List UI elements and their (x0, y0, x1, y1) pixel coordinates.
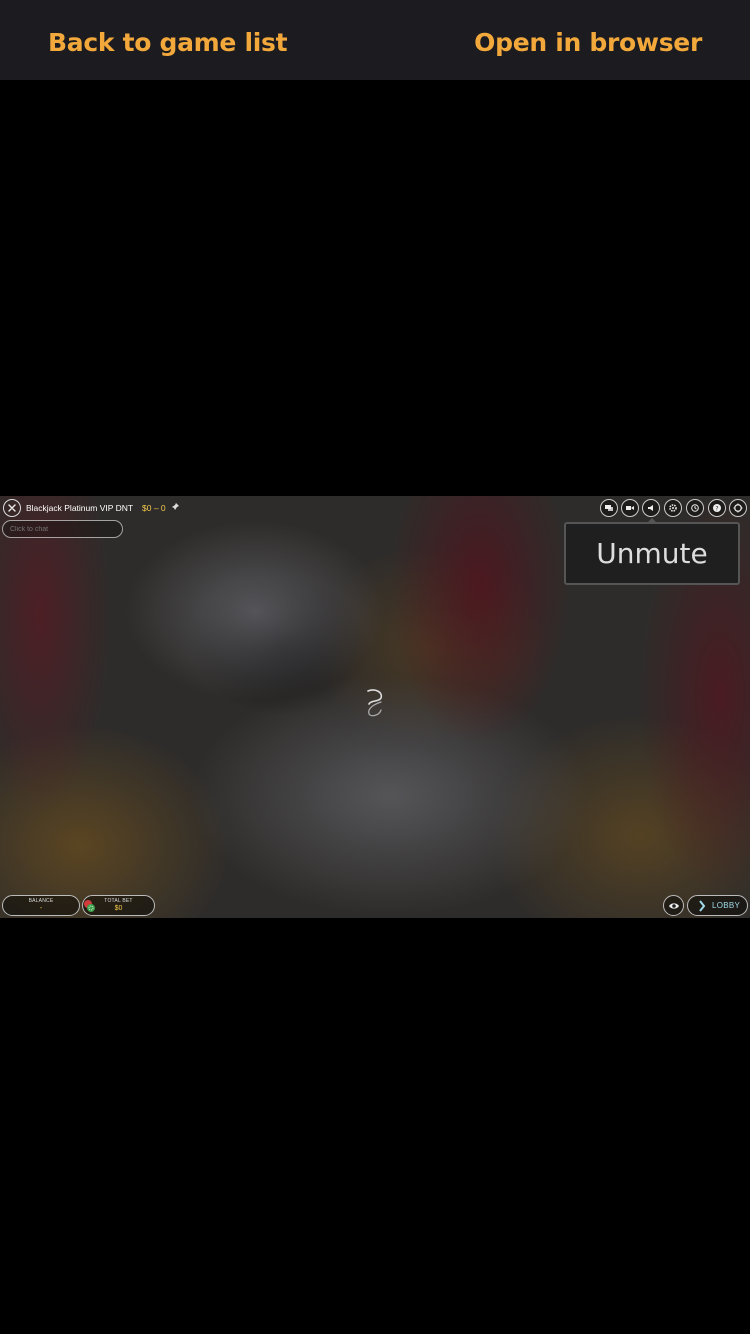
svg-text:?: ? (715, 506, 718, 513)
chat-icon (605, 505, 613, 511)
video-icon (626, 506, 634, 510)
history-button[interactable] (686, 499, 704, 517)
sound-button[interactable] (642, 499, 660, 517)
lobby-label: LOBBY (712, 901, 741, 910)
open-in-browser-link[interactable]: Open in browser (474, 28, 702, 57)
fullscreen-button[interactable] (729, 499, 747, 517)
chat-input[interactable] (2, 520, 123, 538)
balance-value: - (39, 905, 43, 912)
chips-icon (84, 900, 95, 912)
tooltip-text: Unmute (596, 537, 708, 570)
top-navigation-bar: Back to game list Open in browser (0, 0, 750, 80)
back-to-game-list-link[interactable]: Back to game list (48, 28, 288, 57)
gear-icon (669, 504, 677, 512)
settings-button[interactable] (664, 499, 682, 517)
balance-display: BALANCE - (2, 895, 80, 916)
total-bet-display: TOTAL BET $0 (82, 895, 155, 916)
video-button[interactable] (621, 499, 639, 517)
eye-icon (668, 902, 679, 909)
history-icon (691, 504, 699, 512)
pin-icon[interactable] (170, 502, 180, 512)
view-toggle-button[interactable] (663, 895, 684, 916)
live-game-stream[interactable]: Blackjack Platinum VIP DNT $0 – 0 Click … (0, 496, 750, 918)
chat-button[interactable] (600, 499, 618, 517)
unmute-tooltip: Unmute (564, 518, 740, 585)
bet-limits: $0 – 0 (142, 503, 166, 513)
close-icon (8, 504, 16, 512)
help-button[interactable]: ? (708, 499, 726, 517)
close-game-button[interactable] (3, 499, 21, 517)
lobby-button[interactable]: LOBBY (687, 895, 748, 916)
lobby-icon (699, 900, 706, 912)
loading-spinner-icon (367, 689, 383, 717)
speaker-icon (648, 505, 653, 511)
balance-label: BALANCE (28, 898, 54, 904)
fullscreen-icon (733, 503, 743, 513)
game-title: Blackjack Platinum VIP DNT (26, 503, 134, 513)
help-icon: ? (713, 504, 721, 513)
